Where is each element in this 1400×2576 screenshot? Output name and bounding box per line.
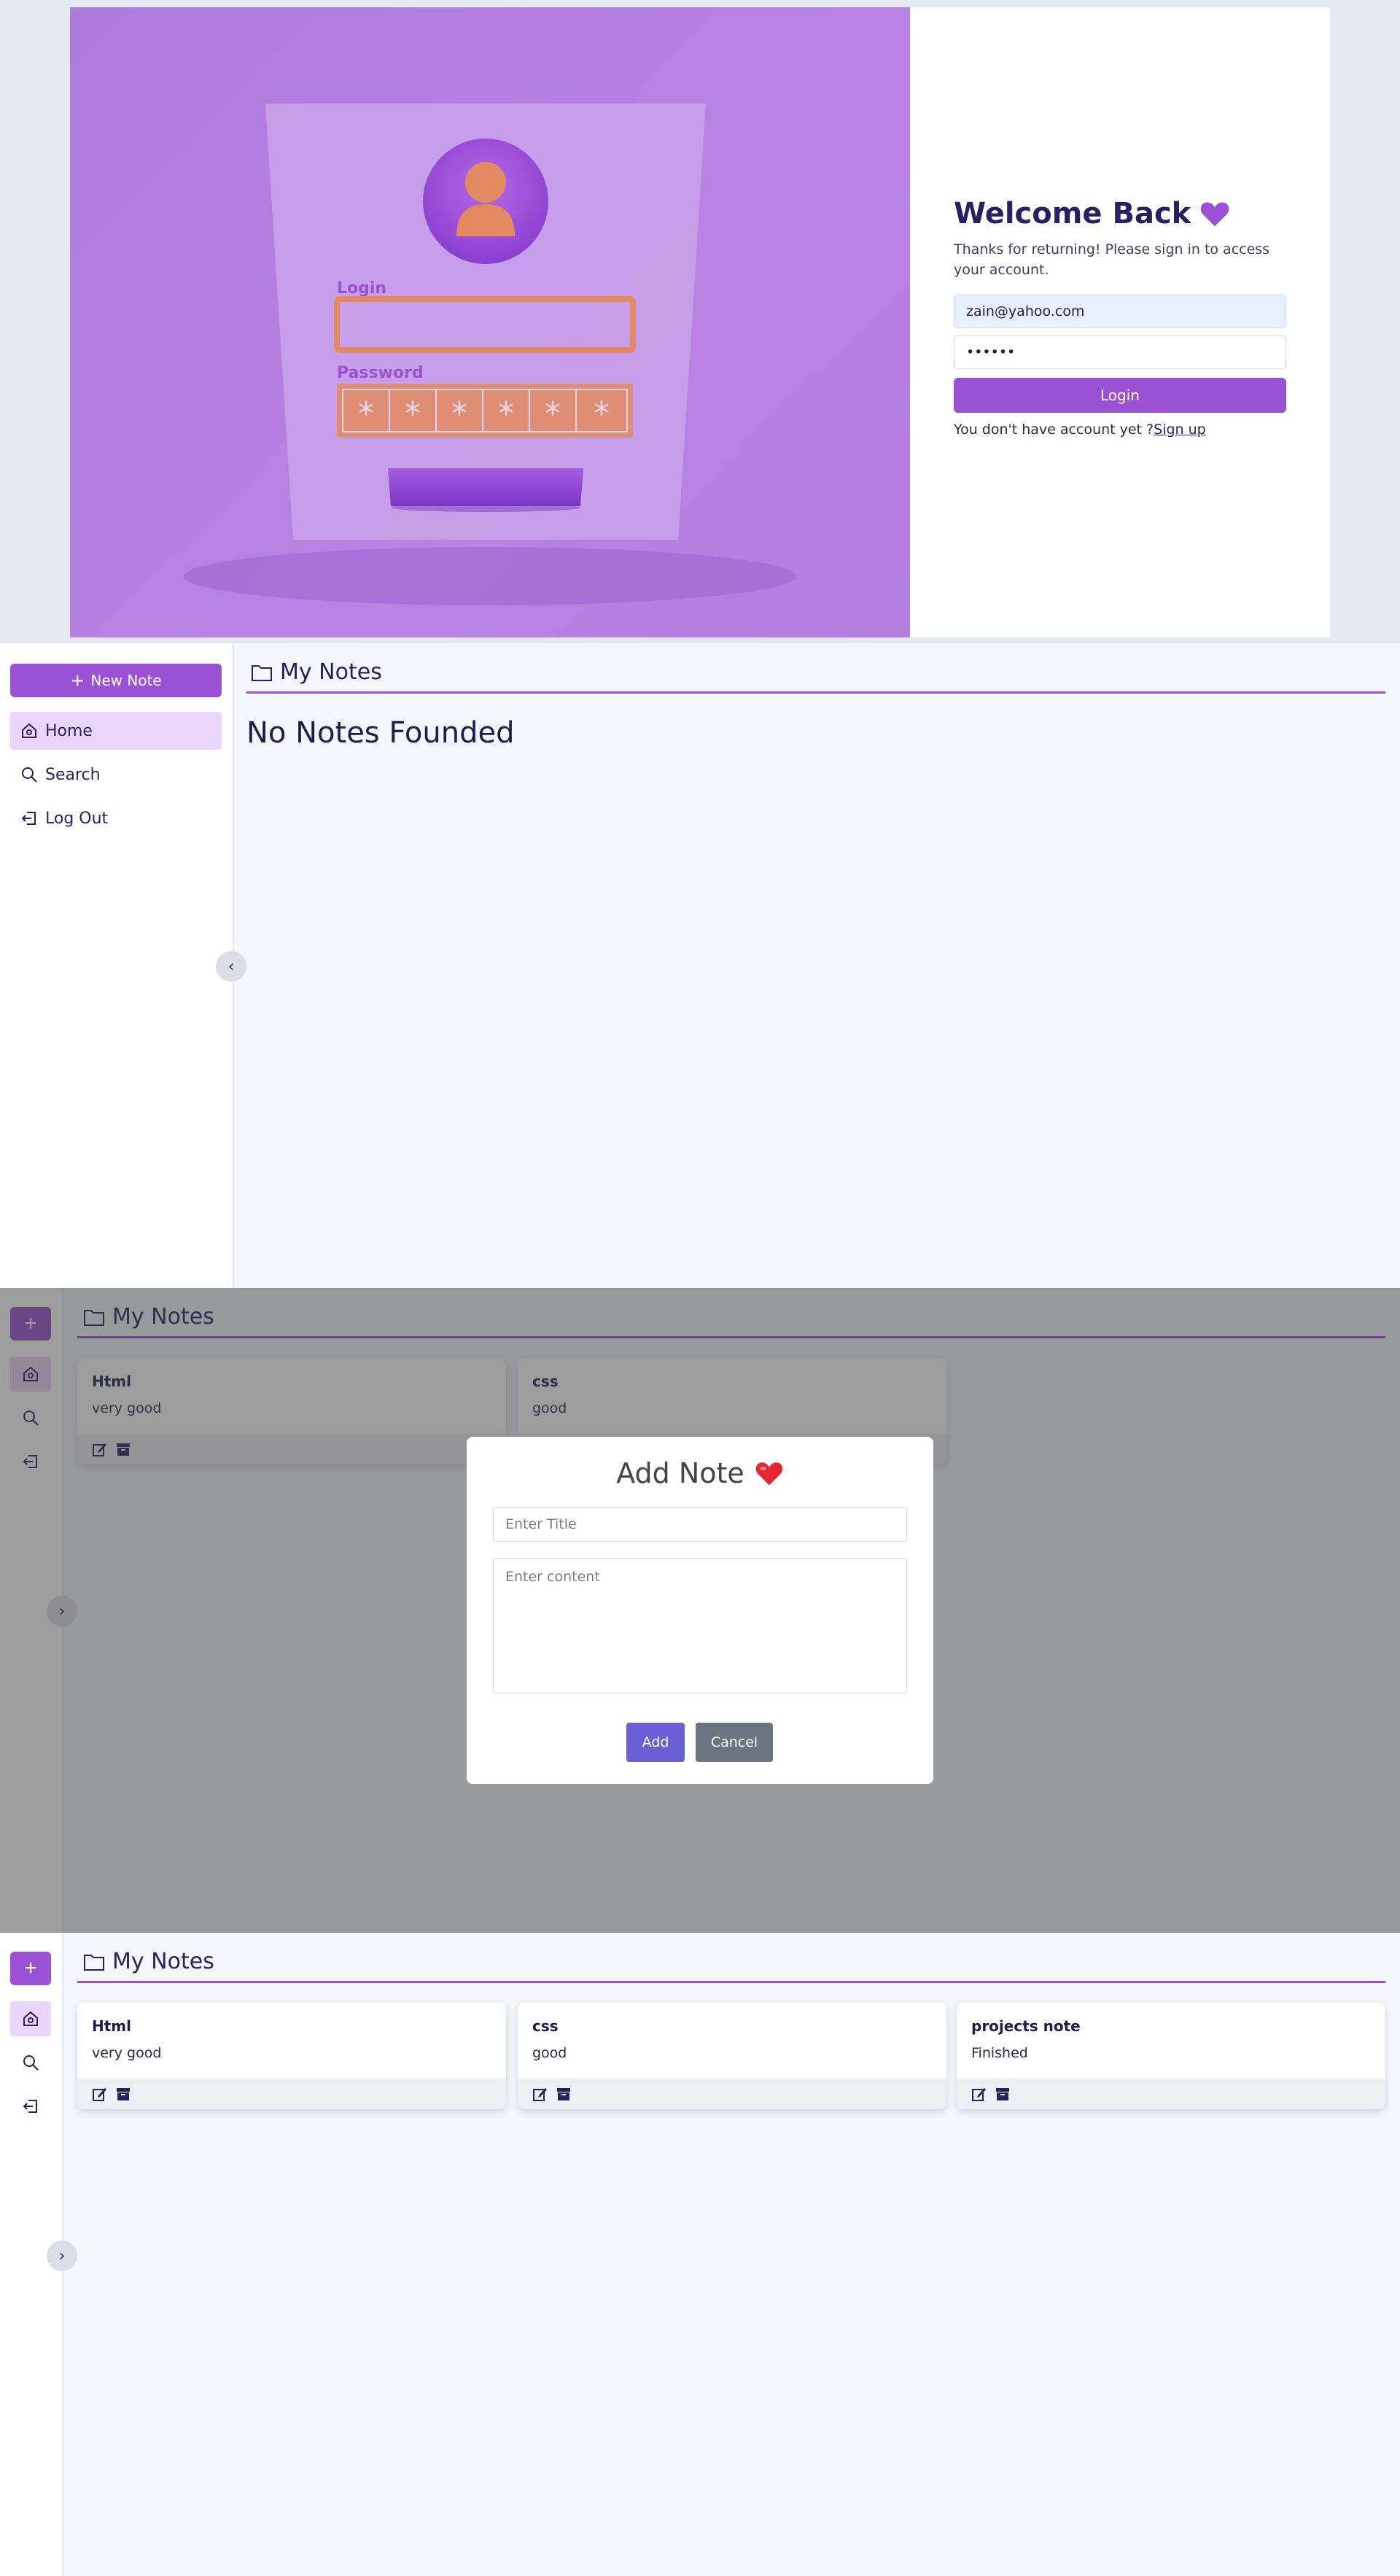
cancel-button[interactable]: Cancel [696,1723,773,1762]
svg-text:*: * [594,395,610,432]
add-button[interactable]: Add [626,1723,685,1762]
sidebar-item-logout[interactable] [10,2089,51,2124]
empty-notes-message: No Notes Founded [246,716,515,750]
note-title: css [532,2017,559,2035]
page-title: My Notes [83,1949,214,1974]
notes-empty-screen: + New Note Home Search Log Out ‹ My Note… [0,643,1400,1288]
plus-icon: + [24,1956,37,1980]
signup-line: You don't have account yet ?Sign up [954,422,1206,438]
svg-text:*: * [358,395,374,432]
svg-text:*: * [451,395,467,432]
welcome-text: Welcome Back [954,197,1191,230]
signup-prompt: You don't have account yet ? [954,422,1154,438]
sidebar-item-search[interactable] [10,2045,51,2080]
svg-text:*: * [405,395,421,432]
sidebar-item-home[interactable]: Home [10,712,222,750]
signup-link[interactable]: Sign up [1154,422,1206,438]
note-content: very good [92,2045,162,2061]
note-card[interactable]: projects note Finished [957,2003,1385,2109]
svg-text:*: * [498,395,514,432]
expand-sidebar-button[interactable]: › [47,2241,77,2271]
login-hero-illustration: Login Password * * * * * * [70,7,910,637]
plus-icon: + [70,670,85,691]
archive-icon[interactable] [556,2086,572,2102]
modal-title: Add Note [467,1457,933,1489]
new-note-button[interactable]: + [10,1952,51,1985]
login-button[interactable]: Login [954,378,1286,413]
sidebar-item-label: Home [45,721,93,740]
note-card[interactable]: Html very good [77,2003,506,2109]
title-underline [77,1981,1385,1983]
sidebar-item-logout[interactable]: Log Out [10,799,222,837]
hero-password-label: Password [337,364,424,382]
chevron-right-icon: › [58,2246,66,2265]
archive-icon[interactable] [995,2086,1011,2102]
edit-icon[interactable] [92,2086,108,2102]
title-underline [246,691,1385,694]
logout-icon [21,812,36,825]
search-icon [22,767,37,783]
sidebar-item-home[interactable] [10,2001,51,2036]
welcome-heading: Welcome Back [954,197,1230,230]
new-note-label: New Note [90,672,162,689]
note-content-textarea[interactable] [493,1558,907,1694]
red-heart-icon [755,1462,783,1486]
page-title: My Notes [251,659,382,685]
note-title: Html [92,2017,131,2035]
sidebar-expanded: + New Note Home Search Log Out [0,643,234,1288]
edit-icon[interactable] [532,2086,548,2102]
search-icon [23,2055,39,2071]
modal-title-text: Add Note [616,1457,744,1489]
note-content: good [532,2045,567,2061]
add-note-screen: + › My Notes Html very good css good [0,1288,1400,1933]
chevron-left-icon: ‹ [228,957,235,976]
sidebar-item-label: Log Out [45,809,109,828]
add-note-modal: Add Note Add Cancel [467,1437,933,1784]
sidebar-item-label: Search [45,765,101,784]
password-field[interactable] [954,335,1286,369]
page-title-text: My Notes [280,659,382,685]
email-field[interactable] [954,295,1286,328]
collapse-sidebar-button[interactable]: ‹ [216,951,246,982]
hero-login-label: Login [337,279,386,298]
folder-icon [252,664,272,681]
page-title-text: My Notes [112,1949,214,1974]
heart-icon [1200,202,1229,227]
welcome-subtitle: Thanks for returning! Please sign in to … [954,241,1270,278]
home-icon [23,2011,38,2026]
note-title-input[interactable] [493,1507,907,1542]
note-title: projects note [971,2017,1081,2035]
folder-icon [84,1954,104,1971]
notes-list-screen: + › My Notes Html very good css good pro… [0,1933,1400,2576]
note-content: Finished [971,2045,1028,2061]
edit-icon[interactable] [971,2086,987,2102]
new-note-button[interactable]: + New Note [10,664,222,697]
note-actions [957,2079,1385,2109]
home-icon [22,723,36,738]
login-card: Login Password * * * * * * Welcome Back … [70,7,1330,637]
note-actions [77,2079,506,2109]
login-screen: Login Password * * * * * * Welcome Back … [0,0,1400,643]
note-actions [518,2079,946,2109]
logout-icon [23,2100,37,2113]
login-illustration: Login Password * * * * * * [184,104,796,605]
sidebar-item-search[interactable]: Search [10,756,222,794]
svg-text:*: * [545,395,561,432]
archive-icon[interactable] [115,2086,131,2102]
login-form: Welcome Back Thanks for returning! Pleas… [910,7,1330,637]
note-card[interactable]: css good [518,2003,946,2109]
